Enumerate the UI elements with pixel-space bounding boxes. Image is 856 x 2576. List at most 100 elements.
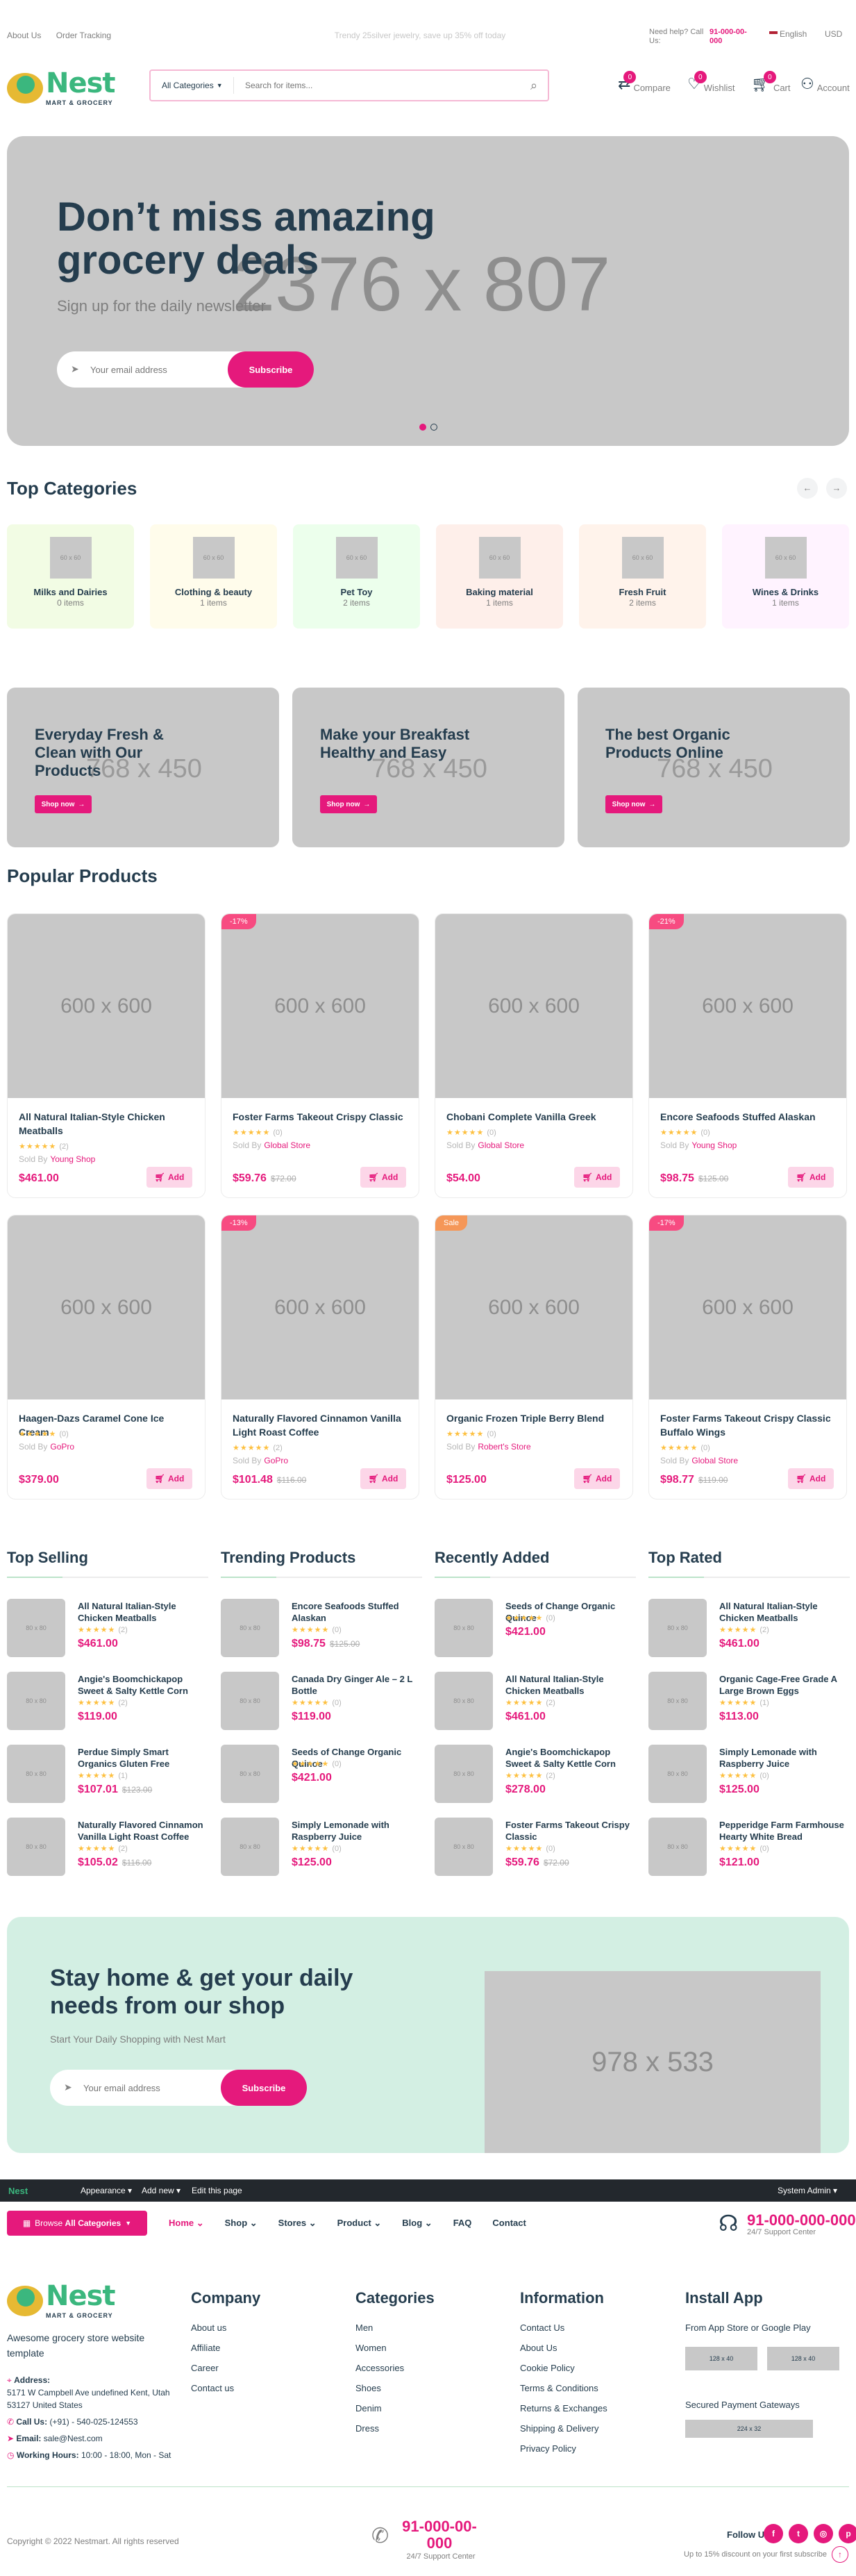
list-item-name[interactable]: Organic Cage-Free Grade A Large Brown Eg…: [719, 1673, 848, 1697]
slider-dot[interactable]: [430, 424, 437, 431]
list-item[interactable]: 80 x 80 Simply Lemonade with Raspberry Ju…: [648, 1745, 850, 1818]
list-item[interactable]: 80 x 80 Seeds of Change Organic Quinoe ★★★…: [435, 1599, 636, 1672]
about-us-link[interactable]: About Us: [7, 31, 41, 40]
add-to-cart-button[interactable]: 🛒︎ Add: [360, 1167, 406, 1188]
search-input[interactable]: [234, 81, 520, 90]
order-tracking-link[interactable]: Order Tracking: [56, 31, 111, 40]
admin-add-new[interactable]: Add new ▾: [142, 2186, 181, 2195]
add-to-cart-button[interactable]: 🛒︎ Add: [574, 1167, 620, 1188]
footer-link[interactable]: Privacy Policy: [520, 2443, 607, 2454]
product-card[interactable]: 600 x 600 -17% Foster Farms Takeout Crispy…: [648, 1215, 847, 1499]
list-item[interactable]: 80 x 80 Pepperidge Farm Farmhouse Hearty …: [648, 1818, 850, 1891]
footer-link[interactable]: Cookie Policy: [520, 2363, 607, 2373]
shop-now-button[interactable]: Shop now →: [605, 795, 662, 813]
shop-now-button[interactable]: Shop now →: [320, 795, 377, 813]
back-to-top-icon[interactable]: ↑: [832, 2546, 848, 2563]
vendor-name[interactable]: GoPro: [50, 1442, 74, 1452]
footer-link[interactable]: Contact us: [191, 2383, 260, 2393]
admin-edit-page[interactable]: Edit this page: [192, 2186, 242, 2195]
list-item-name[interactable]: All Natural Italian-Style Chicken Meatba…: [505, 1673, 634, 1697]
vendor-name[interactable]: Global Store: [478, 1140, 524, 1150]
search-icon[interactable]: ⌕: [520, 78, 548, 93]
nav-shop[interactable]: Shop ⌄: [225, 2218, 258, 2229]
product-card[interactable]: 600 x 600 Haagen-Dazs Caramel Cone Ice Cr…: [7, 1215, 205, 1499]
account-button[interactable]: ⚇ Account: [800, 75, 850, 93]
google-play-badge[interactable]: 128 x 40: [767, 2347, 839, 2370]
vendor-name[interactable]: Global Store: [264, 1140, 310, 1150]
newsletter-subscribe-button[interactable]: Subscribe: [221, 2070, 307, 2106]
compare-button[interactable]: ⇄ 0 Compare: [618, 71, 671, 93]
currency-select[interactable]: USD: [825, 29, 842, 39]
footer-link[interactable]: Men: [355, 2322, 435, 2333]
product-name[interactable]: Chobani Complete Vanilla Greek: [446, 1110, 623, 1124]
slider-dot-active[interactable]: [419, 424, 426, 431]
list-item[interactable]: 80 x 80 Angie's Boomchickapop Sweet & Sal…: [435, 1745, 636, 1818]
footer-link[interactable]: Shoes: [355, 2383, 435, 2393]
list-item-name[interactable]: Angie's Boomchickapop Sweet & Salty Kett…: [505, 1746, 634, 1770]
list-item[interactable]: 80 x 80 Perdue Simply Smart Organics Glut…: [7, 1745, 208, 1818]
add-to-cart-button[interactable]: 🛒︎ Add: [788, 1468, 834, 1489]
product-card[interactable]: 600 x 600 -13% Naturally Flavored Cinnamon…: [221, 1215, 419, 1499]
vendor-name[interactable]: Young Shop: [691, 1140, 737, 1150]
hero-subscribe-button[interactable]: Subscribe: [228, 351, 314, 388]
vendor-name[interactable]: Global Store: [691, 1456, 738, 1465]
facebook-icon[interactable]: f: [764, 2524, 783, 2543]
footer-logo[interactable]: Nest MART & GROCERY: [7, 2282, 116, 2319]
list-item[interactable]: 80 x 80 Organic Cage-Free Grade A Large B…: [648, 1672, 850, 1745]
list-item-name[interactable]: Naturally Flavored Cinnamon Vanilla Ligh…: [78, 1819, 206, 1843]
prev-arrow-icon[interactable]: ←: [797, 478, 818, 499]
product-card[interactable]: 600 x 600 -17% Foster Farms Takeout Crispy…: [221, 913, 419, 1198]
category-card[interactable]: 60 x 60 Pet Toy 2 items: [293, 524, 420, 629]
list-item-name[interactable]: All Natural Italian-Style Chicken Meatba…: [78, 1600, 206, 1624]
list-item[interactable]: 80 x 80 Encore Seafoods Stuffed Alaskan ★★…: [221, 1599, 422, 1672]
product-name[interactable]: Foster Farms Takeout Crispy Classic Buff…: [660, 1411, 837, 1439]
category-card[interactable]: 60 x 60 Fresh Fruit 2 items: [579, 524, 706, 629]
list-item[interactable]: 80 x 80 Simply Lemonade with Raspberry Ju…: [221, 1818, 422, 1891]
list-item-name[interactable]: Perdue Simply Smart Organics Gluten Free: [78, 1746, 206, 1770]
list-item-name[interactable]: Simply Lemonade with Raspberry Juice: [292, 1819, 420, 1843]
list-item-name[interactable]: Encore Seafoods Stuffed Alaskan: [292, 1600, 420, 1624]
category-card[interactable]: 60 x 60 Wines & Drinks 1 items: [722, 524, 849, 629]
list-item-name[interactable]: Canada Dry Ginger Ale – 2 L Bottle: [292, 1673, 420, 1697]
list-item-name[interactable]: Pepperidge Farm Farmhouse Hearty White B…: [719, 1819, 848, 1843]
site-logo[interactable]: Nest MART & GROCERY: [7, 69, 116, 106]
next-arrow-icon[interactable]: →: [826, 478, 847, 499]
nav-contact[interactable]: Contact: [492, 2218, 526, 2229]
category-card[interactable]: 60 x 60 Baking material 1 items: [436, 524, 563, 629]
nav-phone[interactable]: 91-000-000-000: [747, 2211, 856, 2229]
list-item[interactable]: 80 x 80 Seeds of Change Organic Quinoe ★★★…: [221, 1745, 422, 1818]
language-select[interactable]: English: [769, 29, 807, 39]
footer-link[interactable]: About us: [191, 2322, 260, 2333]
list-item-name[interactable]: Simply Lemonade with Raspberry Juice: [719, 1746, 848, 1770]
list-item[interactable]: 80 x 80 All Natural Italian-Style Chicken…: [435, 1672, 636, 1745]
wishlist-button[interactable]: ♡ 0 Wishlist: [687, 71, 735, 93]
add-to-cart-button[interactable]: 🛒︎ Add: [360, 1468, 406, 1489]
footer-link[interactable]: Returns & Exchanges: [520, 2403, 607, 2413]
list-item[interactable]: 80 x 80 Foster Farms Takeout Crispy Class…: [435, 1818, 636, 1891]
newsletter-email-input[interactable]: [83, 2077, 208, 2099]
list-item-name[interactable]: Foster Farms Takeout Crispy Classic: [505, 1819, 634, 1843]
list-item[interactable]: 80 x 80 Angie's Boomchickapop Sweet & Sal…: [7, 1672, 208, 1745]
nav-product[interactable]: Product ⌄: [337, 2218, 382, 2229]
category-card[interactable]: 60 x 60 Milks and Dairies 0 items: [7, 524, 134, 629]
add-to-cart-button[interactable]: 🛒︎ Add: [146, 1468, 192, 1489]
footer-link[interactable]: Accessories: [355, 2363, 435, 2373]
pinterest-icon[interactable]: p: [839, 2524, 856, 2543]
shop-now-button[interactable]: Shop now →: [35, 795, 92, 813]
footer-link[interactable]: Denim: [355, 2403, 435, 2413]
vendor-name[interactable]: Robert's Store: [478, 1442, 530, 1452]
product-card[interactable]: 600 x 600 All Natural Italian-Style Chick…: [7, 913, 205, 1198]
add-to-cart-button[interactable]: 🛒︎ Add: [788, 1167, 834, 1188]
category-select[interactable]: All Categories ▼: [151, 77, 234, 94]
help-phone[interactable]: 91-000-00-000: [710, 28, 750, 46]
list-item[interactable]: 80 x 80 Canada Dry Ginger Ale – 2 L Bottl…: [221, 1672, 422, 1745]
product-card[interactable]: 600 x 600 -21% Encore Seafoods Stuffed Ala…: [648, 913, 847, 1198]
footer-link[interactable]: Shipping & Delivery: [520, 2423, 607, 2434]
nav-faq[interactable]: FAQ: [453, 2218, 472, 2229]
vendor-name[interactable]: Young Shop: [50, 1154, 95, 1164]
vendor-name[interactable]: GoPro: [264, 1456, 288, 1465]
twitter-icon[interactable]: t: [789, 2524, 808, 2543]
product-card[interactable]: 600 x 600 Sale Organic Frozen Triple Berry…: [435, 1215, 633, 1499]
footer-link[interactable]: About Us: [520, 2343, 607, 2353]
bottom-phone[interactable]: 91-000-00-000: [401, 2518, 478, 2552]
